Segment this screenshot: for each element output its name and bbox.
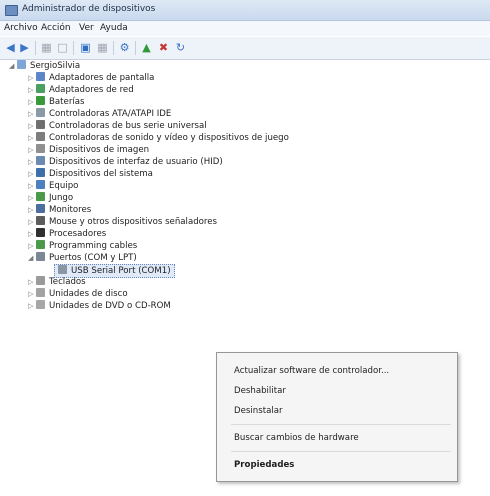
disk-drive-icon <box>36 288 45 297</box>
uninstall-icon[interactable]: ↻ <box>174 41 187 54</box>
tree-item[interactable]: Adaptadores de red <box>36 84 134 96</box>
tree-item[interactable]: Dispositivos del sistema <box>36 168 153 180</box>
expand-arrow-icon[interactable]: ▷ <box>28 108 34 120</box>
tree-item[interactable]: Controladoras ATA/ATAPI IDE <box>36 108 171 120</box>
tree-item[interactable]: Controladoras de bus serie universal <box>36 120 207 132</box>
system-device-icon <box>36 168 45 177</box>
toolbar-separator <box>113 41 114 55</box>
window-icon[interactable]: □ <box>56 41 69 54</box>
monitor-icon <box>36 204 45 213</box>
expand-arrow-icon[interactable]: ▷ <box>28 180 34 192</box>
tree-root[interactable]: SergioSilvia <box>17 60 80 72</box>
expand-arrow-icon[interactable]: ▷ <box>28 288 34 300</box>
keyboard-icon <box>36 276 45 285</box>
menu-archivo[interactable]: Archivo <box>4 23 38 33</box>
menu-separator <box>231 424 451 425</box>
expand-arrow-icon[interactable]: ▷ <box>28 276 34 288</box>
disable-icon[interactable]: ✖ <box>157 41 170 54</box>
expand-arrow-icon[interactable]: ▷ <box>28 216 34 228</box>
menu-item-deshabilitar[interactable]: Deshabilitar <box>234 386 286 396</box>
menu-item-propiedades[interactable]: Propiedades <box>234 460 294 470</box>
expand-arrow-icon[interactable]: ▷ <box>28 120 34 132</box>
expand-arrow-icon[interactable]: ▷ <box>28 204 34 216</box>
expand-arrow-icon[interactable]: ▷ <box>28 156 34 168</box>
tree-item[interactable]: Dispositivos de interfaz de usuario (HID… <box>36 156 223 168</box>
menu-separator <box>231 451 451 452</box>
tree-item[interactable]: Adaptadores de pantalla <box>36 72 154 84</box>
tree-item[interactable]: Controladoras de sonido y vídeo y dispos… <box>36 132 289 144</box>
tree-item[interactable]: Baterías <box>36 96 84 108</box>
grid-icon[interactable]: ▦ <box>96 41 109 54</box>
properties-icon[interactable]: ▣ <box>79 41 92 54</box>
expand-arrow-icon[interactable]: ▷ <box>28 192 34 204</box>
sound-icon <box>36 132 45 141</box>
tree-item[interactable]: Procesadores <box>36 228 106 240</box>
port-icon <box>58 265 67 274</box>
port-icon <box>36 252 45 261</box>
tree-item[interactable]: Unidades de disco <box>36 288 128 300</box>
expand-arrow-icon[interactable]: ▷ <box>28 72 34 84</box>
ide-controller-icon <box>36 108 45 117</box>
collapse-arrow-icon[interactable]: ◢ <box>9 60 15 72</box>
tree-item[interactable]: Mouse y otros dispositivos señaladores <box>36 216 217 228</box>
cable-icon <box>36 240 45 249</box>
expand-arrow-icon[interactable]: ▷ <box>28 300 34 312</box>
tree-item[interactable]: Programming cables <box>36 240 137 252</box>
menu-item-buscar-cambios[interactable]: Buscar cambios de hardware <box>234 433 359 443</box>
tree-item[interactable]: Jungo <box>36 192 73 204</box>
title-bar: Administrador de dispositivos <box>0 0 490 21</box>
toolbar: ◀ ▶ ▦ □ ▣ ▦ ⚙ ▲ ✖ ↻ <box>0 37 490 60</box>
expand-arrow-icon[interactable]: ▷ <box>28 144 34 156</box>
mouse-icon <box>36 216 45 225</box>
device-manager-icon <box>5 5 18 16</box>
menu-accion[interactable]: Acción <box>41 23 71 33</box>
dvd-drive-icon <box>36 300 45 309</box>
tree-item[interactable]: Teclados <box>36 276 86 288</box>
computer-icon <box>17 60 26 69</box>
toolbar-separator <box>73 41 74 55</box>
expand-arrow-icon[interactable]: ▷ <box>28 240 34 252</box>
tree-item[interactable]: Monitores <box>36 204 91 216</box>
expand-arrow-icon[interactable]: ▷ <box>28 84 34 96</box>
expand-arrow-icon[interactable]: ▷ <box>28 96 34 108</box>
usb-controller-icon <box>36 120 45 129</box>
jungo-icon <box>36 192 45 201</box>
expand-arrow-icon[interactable]: ▷ <box>28 132 34 144</box>
context-menu: Actualizar software de controlador... De… <box>216 352 458 482</box>
camera-icon <box>36 144 45 153</box>
menu-item-desinstalar[interactable]: Desinstalar <box>234 406 283 416</box>
collapse-arrow-icon[interactable]: ◢ <box>28 252 34 264</box>
expand-arrow-icon[interactable]: ▷ <box>28 228 34 240</box>
tree-item[interactable]: Unidades de DVD o CD-ROM <box>36 300 171 312</box>
tree-item[interactable]: Equipo <box>36 180 78 192</box>
scan-icon[interactable]: ⚙ <box>118 41 131 54</box>
menu-bar: Archivo Acción Ver Ayuda <box>0 21 490 36</box>
tree-item[interactable]: Puertos (COM y LPT) <box>36 252 137 264</box>
menu-ayuda[interactable]: Ayuda <box>100 23 128 33</box>
display-adapter-icon <box>36 72 45 81</box>
menu-item-actualizar[interactable]: Actualizar software de controlador... <box>234 366 389 376</box>
menu-ver[interactable]: Ver <box>79 23 94 33</box>
expand-arrow-icon[interactable]: ▷ <box>28 168 34 180</box>
processor-icon <box>36 228 45 237</box>
computer-icon <box>36 180 45 189</box>
grid-icon[interactable]: ▦ <box>40 41 53 54</box>
hid-icon <box>36 156 45 165</box>
tree-item[interactable]: Dispositivos de imagen <box>36 144 149 156</box>
battery-icon <box>36 96 45 105</box>
update-icon[interactable]: ▲ <box>140 41 153 54</box>
toolbar-separator <box>135 41 136 55</box>
back-arrow-icon[interactable]: ◀ <box>4 41 17 54</box>
toolbar-separator <box>35 41 36 55</box>
window-title: Administrador de dispositivos <box>22 4 156 14</box>
network-adapter-icon <box>36 84 45 93</box>
forward-arrow-icon[interactable]: ▶ <box>18 41 31 54</box>
